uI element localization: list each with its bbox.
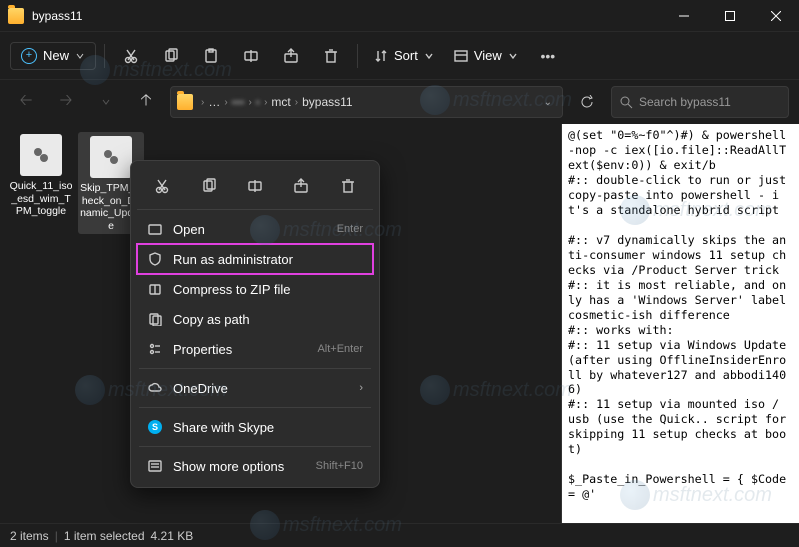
ctx-hint: Enter (337, 223, 363, 235)
skype-icon: S (147, 419, 163, 435)
nav-row: 🡠 🡢 🡡 › … › ▪▪▪ › ▪ › mct › bypass11 ⌄ S… (0, 80, 799, 124)
address-dropdown[interactable]: ⌄ (540, 97, 556, 108)
new-label: New (43, 48, 69, 63)
ctx-open[interactable]: Open Enter (137, 214, 373, 244)
cmd-file-icon (90, 136, 132, 178)
sort-label: Sort (394, 48, 418, 63)
breadcrumb[interactable]: mct (271, 95, 290, 109)
minimize-button[interactable] (661, 0, 707, 32)
preview-pane: @(set "0=%~f0"^)#) & powershell -nop -c … (561, 124, 799, 523)
ctx-label: Open (173, 222, 205, 237)
address-bar[interactable]: › … › ▪▪▪ › ▪ › mct › bypass11 ⌄ (170, 86, 563, 118)
content-area: Quick_11_iso_esd_wim_TPM_toggle Skip_TPM… (0, 124, 799, 523)
cmd-file-icon (20, 134, 62, 176)
paste-button[interactable] (193, 38, 229, 74)
plus-icon: + (21, 48, 37, 64)
more-icon (147, 458, 163, 474)
ctx-rename-button[interactable] (239, 171, 271, 201)
delete-button[interactable] (313, 38, 349, 74)
cloud-icon (147, 380, 163, 396)
search-icon (620, 96, 633, 109)
ctx-cut-button[interactable] (146, 171, 178, 201)
back-button[interactable]: 🡠 (10, 86, 42, 118)
window-title: bypass11 (32, 9, 82, 23)
chevron-right-icon: › (359, 382, 363, 394)
properties-icon (147, 341, 163, 357)
ctx-label: Run as administrator (173, 252, 293, 267)
toolbar: + New Sort View ••• (0, 32, 799, 80)
view-button[interactable]: View (446, 43, 526, 68)
context-menu: Open Enter Run as administrator Compress… (130, 160, 380, 488)
cut-button[interactable] (113, 38, 149, 74)
sort-button[interactable]: Sort (366, 43, 442, 68)
search-placeholder: Search bypass11 (639, 95, 731, 109)
titlebar: bypass11 (0, 0, 799, 32)
folder-icon (8, 8, 24, 24)
maximize-button[interactable] (707, 0, 753, 32)
ctx-run-as-admin[interactable]: Run as administrator (137, 244, 373, 274)
chevron-down-icon (424, 51, 434, 61)
ctx-hint: Alt+Enter (317, 343, 363, 355)
view-icon (454, 49, 468, 63)
refresh-button[interactable] (571, 86, 603, 118)
ctx-delete-button[interactable] (332, 171, 364, 201)
ctx-label: Show more options (173, 459, 284, 474)
share-button[interactable] (273, 38, 309, 74)
new-button[interactable]: + New (10, 42, 96, 70)
more-button[interactable]: ••• (530, 38, 566, 74)
ctx-label: Compress to ZIP file (173, 282, 291, 297)
ctx-label: OneDrive (173, 381, 228, 396)
ctx-compress[interactable]: Compress to ZIP file (137, 274, 373, 304)
ctx-skype[interactable]: S Share with Skype (137, 412, 373, 442)
rename-button[interactable] (233, 38, 269, 74)
ctx-onedrive[interactable]: OneDrive › (137, 373, 373, 403)
ctx-copy-path[interactable]: Copy as path (137, 304, 373, 334)
copy-button[interactable] (153, 38, 189, 74)
chevron-down-icon (508, 51, 518, 61)
ctx-copy-button[interactable] (193, 171, 225, 201)
open-icon (147, 221, 163, 237)
ctx-hint: Shift+F10 (316, 460, 363, 472)
context-menu-toolbar (137, 167, 373, 210)
chevron-down-icon (75, 51, 85, 61)
file-name: Quick_11_iso_esd_wim_TPM_toggle (8, 180, 74, 218)
ctx-share-button[interactable] (285, 171, 317, 201)
status-bar: 2 items | 1 item selected 4.21 KB (0, 523, 799, 547)
shield-icon (147, 251, 163, 267)
status-items: 2 items (10, 529, 49, 543)
ctx-label: Share with Skype (173, 420, 274, 435)
ctx-label: Copy as path (173, 312, 250, 327)
sort-icon (374, 49, 388, 63)
search-box[interactable]: Search bypass11 (611, 86, 789, 118)
ctx-properties[interactable]: Properties Alt+Enter (137, 334, 373, 364)
folder-icon (177, 94, 193, 110)
status-size: 4.21 KB (151, 529, 194, 543)
breadcrumb[interactable]: ▪▪▪ (232, 95, 245, 109)
recent-button[interactable] (90, 86, 122, 118)
status-selected: 1 item selected (64, 529, 145, 543)
ctx-more-options[interactable]: Show more options Shift+F10 (137, 451, 373, 481)
forward-button[interactable]: 🡢 (50, 86, 82, 118)
copy-path-icon (147, 311, 163, 327)
breadcrumb[interactable]: … (208, 95, 220, 109)
view-label: View (474, 48, 502, 63)
up-button[interactable]: 🡡 (130, 86, 162, 118)
breadcrumb[interactable]: bypass11 (302, 95, 352, 109)
breadcrumb[interactable]: ▪ (256, 95, 260, 109)
ctx-label: Properties (173, 342, 232, 357)
file-item[interactable]: Quick_11_iso_esd_wim_TPM_toggle (8, 132, 74, 218)
zip-icon (147, 281, 163, 297)
close-button[interactable] (753, 0, 799, 32)
